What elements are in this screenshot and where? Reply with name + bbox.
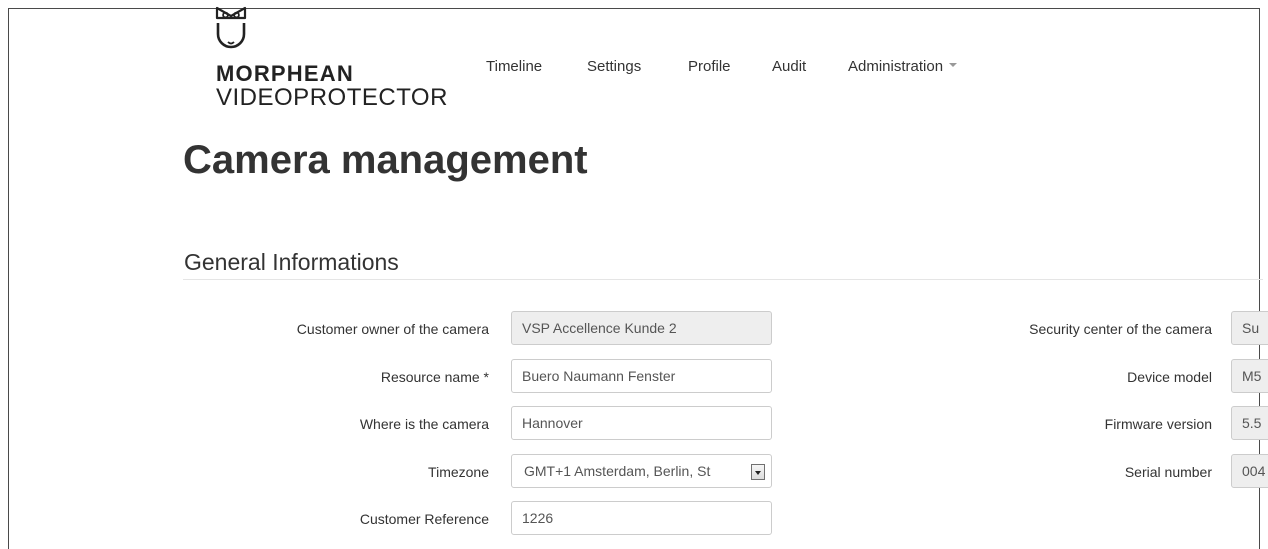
device-model-field: M5 bbox=[1231, 359, 1268, 393]
nav-administration[interactable]: Administration bbox=[848, 58, 958, 75]
timezone-select[interactable]: GMT+1 Amsterdam, Berlin, St bbox=[511, 454, 772, 488]
serial-number-label: Serial number bbox=[1124, 464, 1212, 480]
page-title: Camera management bbox=[183, 138, 588, 182]
customer-reference-field[interactable]: 1226 bbox=[511, 501, 772, 535]
resource-name-field[interactable]: Buero Naumann Fenster bbox=[511, 359, 772, 393]
section-title: General Informations bbox=[184, 249, 399, 275]
customer-owner-field: VSP Accellence Kunde 2 bbox=[511, 311, 772, 345]
chevron-down-icon bbox=[949, 63, 958, 68]
nav-administration-label: Administration bbox=[848, 58, 944, 75]
serial-number-field: 004 bbox=[1231, 454, 1268, 488]
firmware-version-field: 5.5 bbox=[1231, 406, 1268, 440]
nav-profile[interactable]: Profile bbox=[688, 58, 731, 75]
owl-icon bbox=[215, 6, 247, 49]
brand-logo[interactable]: MORPHEAN VIDEOPROTECTOR bbox=[207, 6, 467, 116]
security-center-label: Security center of the camera bbox=[1029, 321, 1212, 337]
nav-settings[interactable]: Settings bbox=[587, 58, 641, 75]
location-label: Where is the camera bbox=[359, 416, 489, 432]
timezone-selected-value: GMT+1 Amsterdam, Berlin, St bbox=[524, 463, 711, 479]
customer-owner-label: Customer owner of the camera bbox=[296, 321, 489, 337]
firmware-version-label: Firmware version bbox=[1104, 416, 1212, 432]
security-center-field: Su bbox=[1231, 311, 1268, 345]
section-divider bbox=[183, 279, 1263, 280]
nav-audit[interactable]: Audit bbox=[772, 58, 806, 75]
customer-reference-label: Customer Reference bbox=[359, 511, 489, 527]
dropdown-arrow-icon[interactable] bbox=[751, 464, 765, 480]
device-model-label: Device model bbox=[1127, 369, 1212, 385]
location-field[interactable]: Hannover bbox=[511, 406, 772, 440]
brand-name-line2: VIDEOPROTECTOR bbox=[216, 84, 448, 111]
nav-timeline[interactable]: Timeline bbox=[486, 58, 542, 75]
resource-name-label: Resource name * bbox=[380, 369, 489, 385]
timezone-label: Timezone bbox=[428, 464, 489, 480]
